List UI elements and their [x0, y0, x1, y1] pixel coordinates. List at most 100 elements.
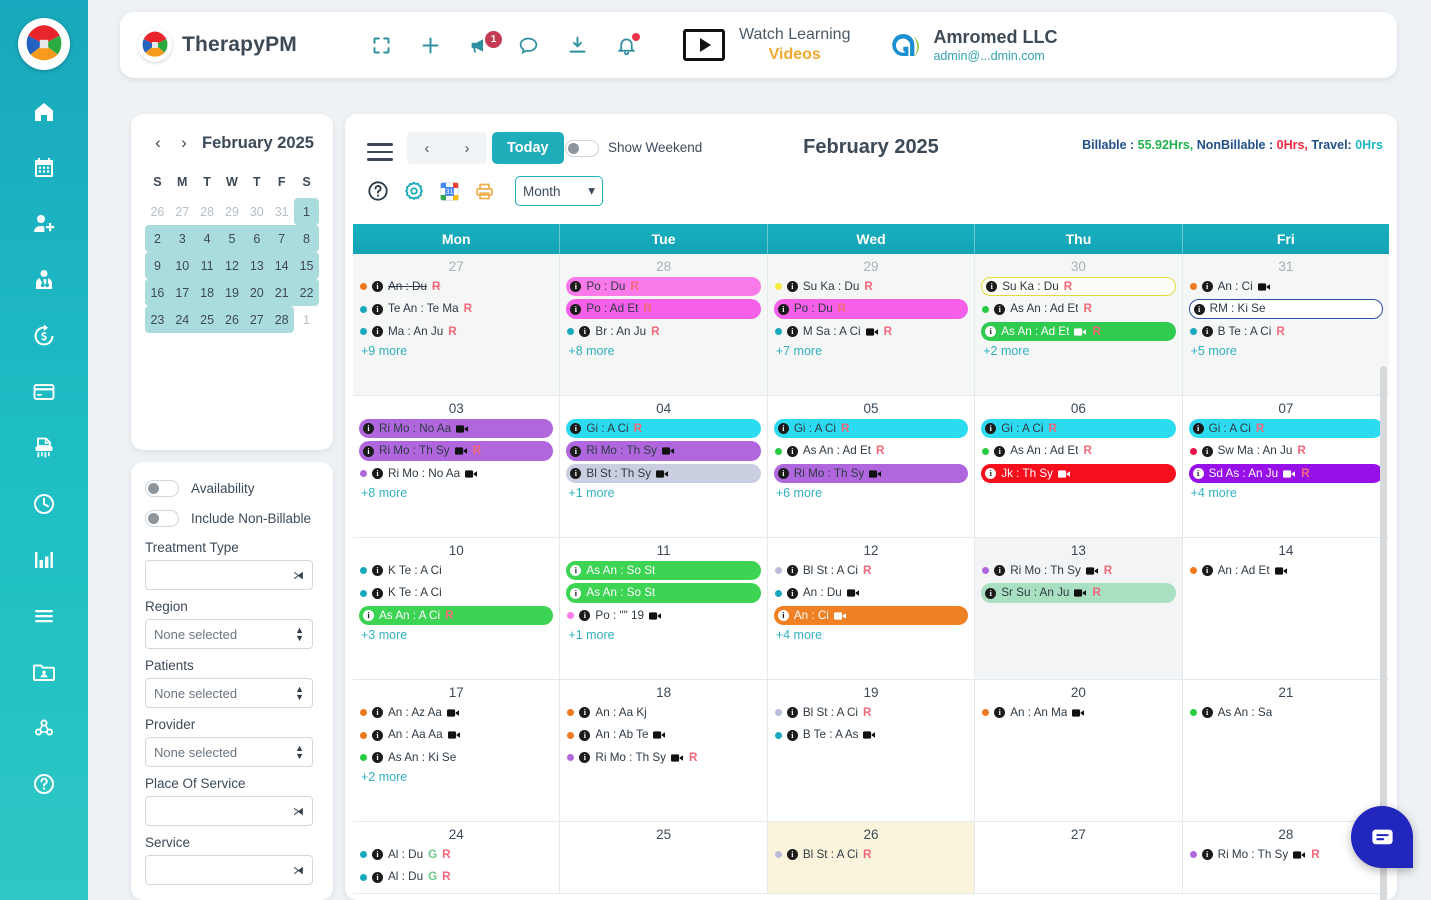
mini-cal-day[interactable]: 11 [194, 252, 220, 279]
calendar-event[interactable]: i An : Du [774, 583, 968, 602]
mini-cal-day[interactable]: 17 [169, 279, 195, 306]
filter-select-3[interactable]: None selected ▲ ▼ [145, 737, 313, 767]
download-icon[interactable] [567, 35, 588, 56]
calendar-event[interactable]: i An : Ci [773, 605, 969, 626]
calendar-event[interactable]: i Ri Mo : No Aa [359, 464, 553, 483]
rail-network-nodes-icon[interactable] [0, 700, 88, 756]
info-icon[interactable]: i [570, 281, 582, 293]
info-icon[interactable]: i [372, 565, 383, 577]
calendar-day-cell[interactable]: 05 i Gi : A Ci Ri As An : Ad Et Ri Ri Mo : Th … [768, 396, 976, 537]
calendar-event[interactable]: i Bl St : A Ci R [774, 845, 968, 864]
calendar-day-cell[interactable]: 27 [975, 822, 1183, 893]
calendar-day-cell[interactable]: 10 i K Te : A Ci i K Te : A Ci i As An : A Ci R… [353, 538, 561, 679]
rail-credit-card-icon[interactable] [0, 364, 88, 420]
info-icon[interactable]: i [986, 281, 998, 293]
calendar-event[interactable]: i Gi : A Ci R [566, 419, 761, 439]
calendar-event[interactable]: i As An : Ad Et R [774, 441, 968, 460]
calendar-event[interactable]: i K Te : A Ci [359, 583, 553, 602]
calendar-event[interactable]: i As An : Sa [1189, 703, 1383, 722]
mini-cal-day[interactable]: 18 [194, 279, 220, 306]
more-events-link[interactable]: +8 more [566, 344, 760, 358]
mini-cal-day[interactable]: 28 [269, 306, 295, 333]
info-icon[interactable]: i [1192, 423, 1204, 435]
calendar-event[interactable]: i As An : Ki Se [359, 748, 553, 767]
account-menu[interactable]: Amromed LLC admin@...dmin.com [888, 27, 1057, 63]
calendar-event[interactable]: i Br : An Ju R [566, 322, 760, 341]
info-icon[interactable]: i [372, 729, 383, 741]
calendar-day-cell[interactable]: 12 i Bl St : A Ci Ri An : Du i An : Ci +4 more [768, 538, 976, 679]
calendar-day-cell[interactable]: 29 i Su Ka : Du Ri Po : Du Ri M Sa : A Ci R +7 m… [767, 254, 976, 395]
info-icon[interactable]: i [372, 707, 383, 719]
info-icon[interactable]: i [985, 468, 997, 480]
mini-cal-day[interactable]: 19 [219, 279, 245, 306]
info-icon[interactable]: i [570, 468, 582, 480]
calendar-day-cell[interactable]: 24 i Al : Du G Ri Al : Du G R [353, 822, 561, 893]
hamburger-menu-icon[interactable] [367, 138, 393, 166]
mini-cal-day[interactable]: 29 [220, 198, 245, 225]
info-icon[interactable]: i [363, 445, 374, 457]
info-icon[interactable]: i [786, 445, 798, 457]
calendar-event[interactable]: i B Te : A Ci R [1189, 322, 1383, 341]
calendar-event[interactable]: i Po : Du R [566, 277, 761, 297]
info-icon[interactable]: i [786, 849, 798, 861]
info-icon[interactable]: i [1192, 468, 1204, 480]
calendar-event[interactable]: i Jk : Th Sy [981, 463, 1176, 484]
calendar-event[interactable]: i An : Du R [359, 277, 553, 296]
calendar-day-cell[interactable]: 28 i Po : Du Ri Po : Ad Et Ri Br : An Ju R +8 mo… [560, 254, 768, 395]
calendar-event[interactable]: i Gi : A Ci R [981, 419, 1176, 439]
more-events-link[interactable]: +5 more [1189, 344, 1383, 358]
info-icon[interactable]: i [363, 423, 374, 435]
rail-doctor-icon[interactable] [0, 252, 88, 308]
calendar-day-cell[interactable]: 21 i As An : Sa [1183, 680, 1389, 821]
mini-cal-day[interactable]: 27 [244, 306, 270, 333]
rail-add-user-icon[interactable] [0, 196, 88, 252]
info-icon[interactable]: i [994, 303, 1006, 315]
calendar-event[interactable]: i Po : Du R [773, 299, 969, 319]
info-icon[interactable]: i [579, 752, 591, 764]
calendar-event[interactable]: i Po : Ad Et R [566, 299, 761, 319]
info-icon[interactable]: i [786, 281, 798, 293]
printer-icon[interactable] [474, 181, 495, 202]
calendar-event[interactable]: i Ri Mo : No Aa [359, 419, 554, 439]
calendar-day-cell[interactable]: 04 i Gi : A Ci Ri Ri Mo : Th Sy i Bl St : Th S… [560, 396, 768, 537]
mini-cal-day[interactable]: 25 [194, 306, 220, 333]
mini-cal-day[interactable]: 2 [145, 225, 170, 252]
mini-cal-day[interactable]: 7 [269, 225, 295, 252]
mini-cal-day[interactable]: 26 [145, 198, 170, 225]
info-icon[interactable]: i [994, 707, 1006, 719]
info-icon[interactable]: i [372, 849, 383, 861]
calendar-day-cell[interactable]: 31 i An : Ci i RM : Ki Se i B Te : A Ci R +5 mor… [1182, 254, 1389, 395]
info-icon[interactable]: i [1201, 445, 1213, 457]
calendar-day-cell[interactable]: 20 i An : An Ma [975, 680, 1183, 821]
mini-cal-prev-icon[interactable]: ‹ [145, 130, 171, 156]
calendar-event[interactable]: i Bl St : A Ci R [774, 561, 968, 580]
more-events-link[interactable]: +7 more [774, 344, 968, 358]
mini-cal-day[interactable]: 12 [219, 252, 245, 279]
info-icon[interactable]: i [786, 565, 798, 577]
more-events-link[interactable]: +8 more [359, 486, 553, 500]
info-icon[interactable]: i [985, 587, 997, 599]
mini-cal-day[interactable]: 15 [294, 252, 319, 279]
info-icon[interactable]: i [786, 707, 798, 719]
mini-cal-day[interactable]: 3 [169, 225, 195, 252]
info-icon[interactable]: i [786, 729, 798, 741]
info-icon[interactable]: i [579, 729, 591, 741]
calendar-next-button[interactable]: › [447, 132, 487, 164]
info-icon[interactable]: i [372, 326, 383, 338]
info-icon[interactable]: i [777, 303, 789, 315]
info-icon[interactable]: i [570, 303, 582, 315]
calendar-event[interactable]: i An : Aa Aa [359, 725, 553, 744]
info-icon[interactable]: i [786, 326, 798, 338]
info-icon[interactable]: i [372, 587, 383, 599]
calendar-event[interactable]: i As An : So St [566, 583, 761, 603]
calendar-day-cell[interactable]: 14 i An : Ad Et [1183, 538, 1389, 679]
info-icon[interactable]: i [777, 468, 789, 480]
mini-cal-day[interactable]: 28 [195, 198, 220, 225]
calendar-day-cell[interactable]: 26 i Bl St : A Ci R [767, 822, 976, 893]
more-events-link[interactable]: +9 more [359, 344, 553, 358]
calendar-day-cell[interactable]: 03 i Ri Mo : No Aa i Ri Mo : Th Sy Ri Ri Mo : … [353, 396, 561, 537]
info-icon[interactable]: i [985, 423, 997, 435]
info-icon[interactable]: i [570, 445, 582, 457]
mini-cal-day[interactable]: 6 [244, 225, 270, 252]
info-icon[interactable]: i [570, 587, 582, 599]
